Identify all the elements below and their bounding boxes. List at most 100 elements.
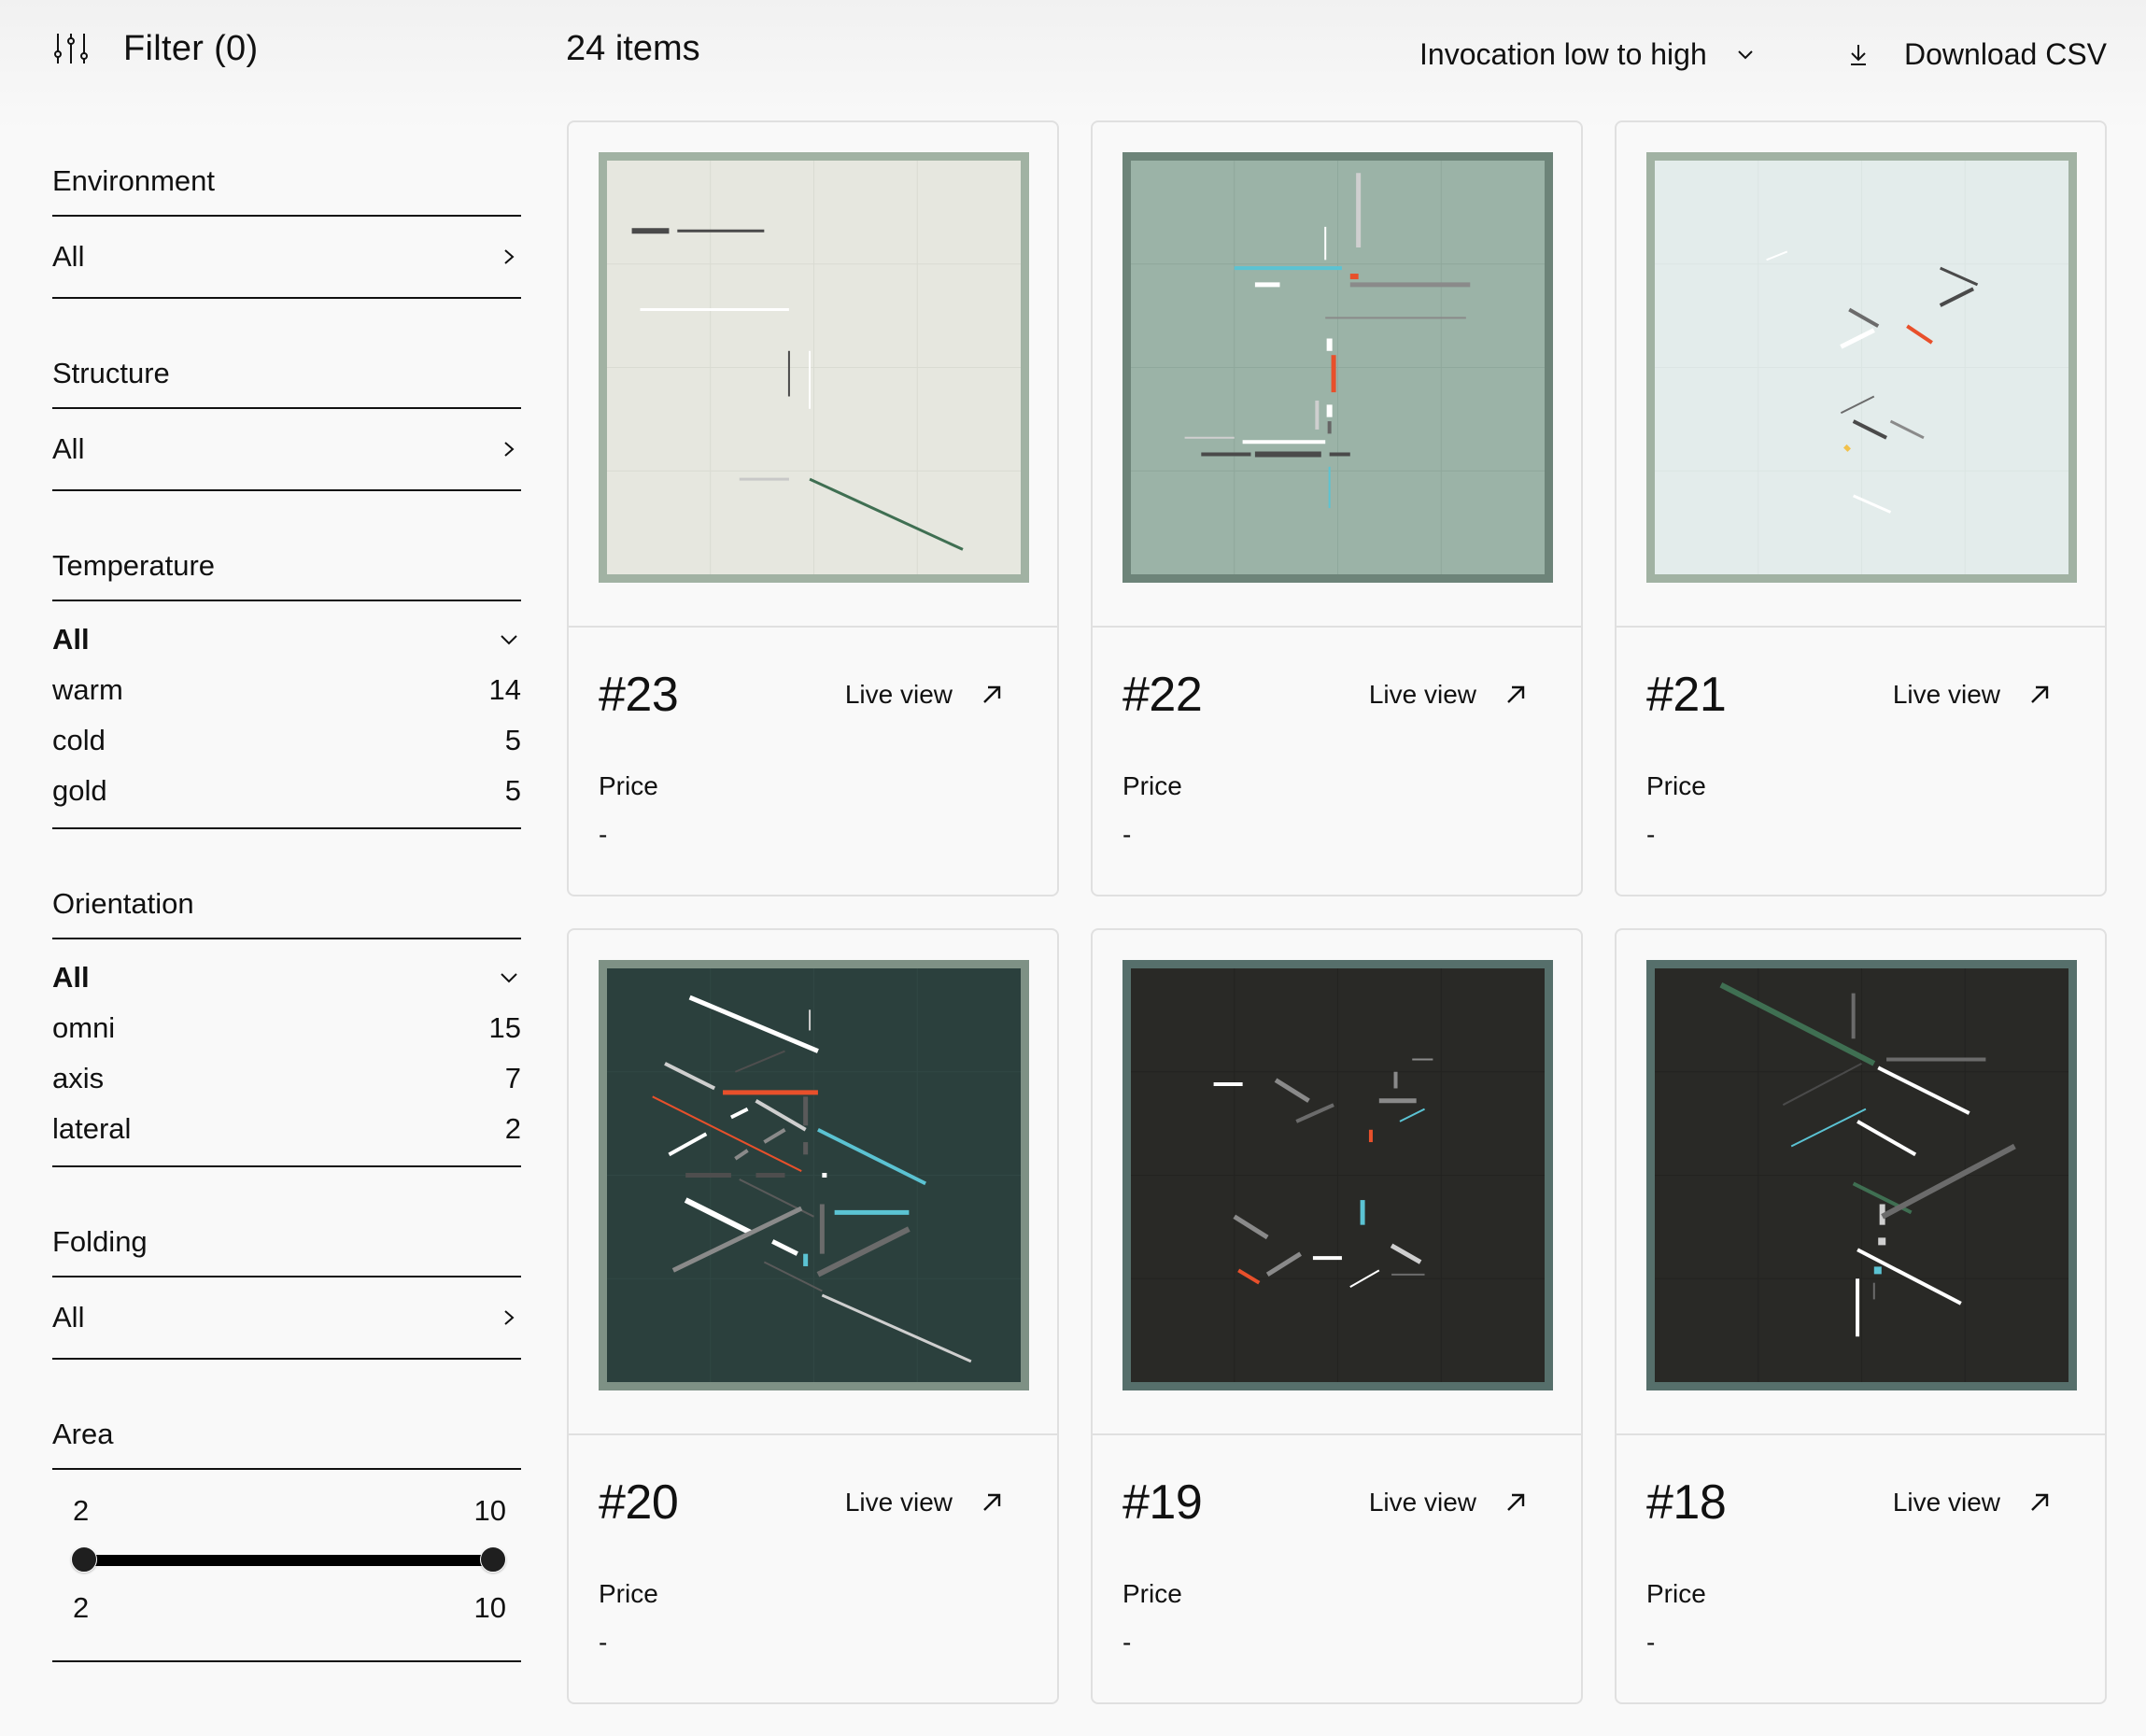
chevron-right-icon <box>504 442 515 457</box>
slider-track <box>84 1555 493 1566</box>
environment-select[interactable]: All <box>52 217 521 299</box>
orientation-option-omni[interactable]: omni 15 <box>52 1003 521 1053</box>
live-view-label: Live view <box>1892 1488 2000 1517</box>
price-value: - <box>1646 820 1656 849</box>
live-view-label: Live view <box>1368 1488 1476 1517</box>
environment-value: All <box>52 240 85 273</box>
filter-structure: Structure All <box>52 342 521 491</box>
artwork-preview[interactable] <box>1093 930 1581 1435</box>
filter-folding: Folding All <box>52 1210 521 1360</box>
sliders-icon <box>54 34 88 64</box>
chevron-right-icon <box>504 249 515 264</box>
area-max-label: 10 <box>473 1494 506 1527</box>
artwork-image <box>1646 152 2077 583</box>
price-value: - <box>599 820 608 849</box>
area-min-label: 2 <box>73 1494 90 1527</box>
orientation-select[interactable]: All <box>52 953 521 1003</box>
option-count: 5 <box>504 724 521 756</box>
artwork-stroke <box>1843 444 1851 452</box>
section-title: Area <box>52 1403 521 1470</box>
filter-toggle-button[interactable]: Filter (0) <box>52 26 258 71</box>
live-view-label: Live view <box>1368 680 1476 709</box>
artwork-preview[interactable] <box>569 122 1057 628</box>
price-label: Price <box>599 771 658 800</box>
artwork-image <box>1122 152 1553 583</box>
artwork-image <box>599 960 1029 1390</box>
price-label: Price <box>1646 1579 1706 1608</box>
artwork-preview[interactable] <box>1093 122 1581 628</box>
live-view-label: Live view <box>844 680 953 709</box>
price-label: Price <box>599 1579 658 1608</box>
option-count: 2 <box>504 1112 521 1145</box>
arrow-up-right-icon <box>2031 1493 2049 1511</box>
live-view-link[interactable]: Live view <box>1893 680 2051 710</box>
item-card[interactable]: #21 Live view Price - <box>1615 120 2107 896</box>
section-title: Environment <box>52 149 521 217</box>
folding-select[interactable]: All <box>52 1277 521 1360</box>
price-value: - <box>1122 1628 1132 1657</box>
option-label: warm <box>52 673 123 706</box>
temperature-select[interactable]: All <box>52 614 521 665</box>
option-label: axis <box>52 1062 105 1094</box>
live-view-link[interactable]: Live view <box>845 680 1003 710</box>
folding-value: All <box>52 1301 85 1334</box>
orientation-option-lateral[interactable]: lateral 2 <box>52 1104 521 1154</box>
live-view-link[interactable]: Live view <box>845 1488 1003 1517</box>
item-card[interactable]: #22 Live view Price - <box>1091 120 1583 896</box>
structure-select[interactable]: All <box>52 409 521 491</box>
live-view-link[interactable]: Live view <box>1369 1488 1527 1517</box>
artwork-preview[interactable] <box>569 930 1057 1435</box>
download-label: Download CSV <box>1904 36 2107 71</box>
temperature-option-gold[interactable]: gold 5 <box>52 766 521 816</box>
live-view-label: Live view <box>844 1488 953 1517</box>
artwork-image <box>1122 960 1553 1390</box>
slider-handle-max[interactable] <box>480 1546 506 1573</box>
area-selected-max: 10 <box>473 1591 506 1624</box>
section-title: Structure <box>52 342 521 409</box>
option-label: gold <box>52 774 107 807</box>
option-label: lateral <box>52 1112 132 1145</box>
item-card[interactable]: #18 Live view Price - <box>1615 928 2107 1704</box>
filter-environment: Environment All <box>52 149 521 299</box>
filter-sidebar: Environment All Structure All Temperatur… <box>52 149 521 1705</box>
live-view-link[interactable]: Live view <box>1369 680 1527 710</box>
item-card[interactable]: #19 Live view Price - <box>1091 928 1583 1704</box>
orientation-option-axis[interactable]: axis 7 <box>52 1053 521 1104</box>
chevron-down-icon <box>501 635 517 645</box>
filter-temperature: Temperature All warm 14 cold 5 gold 5 <box>52 534 521 829</box>
option-label: omni <box>52 1011 116 1044</box>
item-count: 24 items <box>566 29 700 68</box>
item-number: #19 <box>1122 1475 1203 1530</box>
arrow-up-right-icon <box>983 1493 1001 1511</box>
temperature-option-cold[interactable]: cold 5 <box>52 715 521 766</box>
artwork-image <box>599 152 1029 583</box>
item-number: #20 <box>599 1475 679 1530</box>
item-number: #21 <box>1646 668 1727 722</box>
live-view-link[interactable]: Live view <box>1893 1488 2051 1517</box>
item-card[interactable]: #20 Live view Price - <box>567 928 1059 1704</box>
filter-label: Filter (0) <box>123 28 259 68</box>
structure-value: All <box>52 432 85 465</box>
chevron-down-icon <box>501 973 517 983</box>
option-label: cold <box>52 724 106 756</box>
item-card[interactable]: #23 Live view Price - <box>567 120 1059 896</box>
area-selected-min: 2 <box>73 1591 90 1624</box>
filter-area: Area 2 10 2 10 <box>52 1403 521 1662</box>
arrow-up-right-icon <box>1507 1493 1525 1511</box>
arrow-up-right-icon <box>1507 685 1525 703</box>
area-range-slider[interactable] <box>71 1531 506 1588</box>
price-label: Price <box>1122 1579 1182 1608</box>
item-number: #23 <box>599 668 679 722</box>
slider-handle-min[interactable] <box>71 1546 97 1573</box>
artwork-preview[interactable] <box>1617 122 2105 628</box>
price-value: - <box>599 1628 608 1657</box>
artwork-preview[interactable] <box>1617 930 2105 1435</box>
section-title: Folding <box>52 1210 521 1277</box>
arrow-up-right-icon <box>983 685 1001 703</box>
option-count: 14 <box>488 673 521 706</box>
live-view-label: Live view <box>1892 680 2000 709</box>
temperature-option-warm[interactable]: warm 14 <box>52 665 521 715</box>
price-label: Price <box>1122 771 1182 800</box>
download-csv-button[interactable]: Download CSV <box>1846 34 2107 75</box>
sort-dropdown[interactable]: Invocation low to high <box>1419 34 1756 75</box>
